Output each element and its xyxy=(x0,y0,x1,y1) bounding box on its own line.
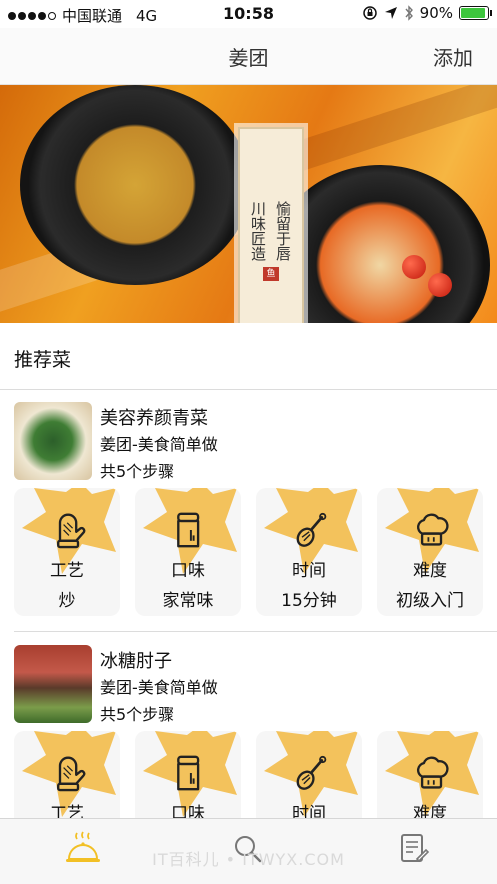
status-right: 90% xyxy=(362,4,492,22)
attribute-label: 时间 xyxy=(292,804,326,819)
plaque-line-2: 愉留于唇 xyxy=(274,201,292,261)
bluetooth-icon xyxy=(405,5,413,21)
attribute-card[interactable]: 难度 初级入门 xyxy=(377,488,483,616)
chef-hat-icon xyxy=(417,513,449,546)
recipe-item[interactable]: 冰糖肘子 姜团-美食简单做 共5个步骤 工艺 口味 时间 难度 xyxy=(0,633,497,819)
attribute-label: 工艺 xyxy=(50,561,84,581)
section-title: 推荐菜 xyxy=(14,349,72,371)
attribute-label: 工艺 xyxy=(50,804,84,819)
watermark: IT百科儿 • ITWYX.COM xyxy=(152,850,345,869)
recipe-author: 姜团-美食简单做 xyxy=(100,678,218,697)
recipe-steps: 共5个步骤 xyxy=(100,462,175,481)
attribute-value: 家常味 xyxy=(162,591,214,611)
oven-mitt-icon xyxy=(57,756,86,792)
whisk-icon xyxy=(296,512,327,547)
attribute-value: 炒 xyxy=(58,591,76,611)
battery-percent: 90% xyxy=(419,4,453,22)
attribute-card[interactable]: 口味 xyxy=(135,731,241,819)
recipe-steps: 共5个步骤 xyxy=(100,705,175,724)
whisk-icon xyxy=(296,755,327,790)
status-bar: 中国联通 4G 10:58 90% xyxy=(0,0,497,28)
attribute-label: 口味 xyxy=(171,804,205,819)
page-title: 姜团 xyxy=(228,46,269,70)
recipe-author: 姜团-美食简单做 xyxy=(100,435,218,454)
attribute-card[interactable]: 难度 xyxy=(377,731,483,819)
attribute-card[interactable]: 工艺 xyxy=(14,731,120,819)
attribute-label: 难度 xyxy=(413,804,447,819)
banner-plaque: 川味匠造 愉留于唇 鱼 xyxy=(238,127,304,323)
attribute-label: 难度 xyxy=(413,561,447,581)
recipe-thumbnail xyxy=(14,645,92,723)
plaque-line-1: 川味匠造 xyxy=(249,201,267,261)
attribute-value: 初级入门 xyxy=(396,591,464,611)
recipe-item[interactable]: 美容养颜青菜 姜团-美食简单做 共5个步骤 工艺炒口味 家常味 时间 15分钟 难度 初级… xyxy=(0,390,497,630)
divider xyxy=(14,631,497,632)
jar-icon xyxy=(177,512,200,548)
attribute-card[interactable]: 时间 15分钟 xyxy=(256,488,362,616)
plaque-seal: 鱼 xyxy=(263,267,279,281)
banner-carousel[interactable]: 川味匠造 愉留于唇 鱼 xyxy=(0,85,497,323)
section-header: 推荐菜 xyxy=(0,323,497,390)
location-icon xyxy=(384,7,397,19)
banner-dish-image-1 xyxy=(20,85,250,285)
recipe-name: 美容养颜青菜 xyxy=(100,408,208,429)
rotation-lock-icon xyxy=(362,6,377,20)
attribute-card[interactable]: 工艺炒 xyxy=(14,488,120,616)
navigation-bar: 姜团 添加 xyxy=(0,28,497,85)
attribute-label: 时间 xyxy=(292,561,326,581)
battery-icon xyxy=(459,6,492,20)
attribute-card[interactable]: 口味 家常味 xyxy=(135,488,241,616)
oven-mitt-icon xyxy=(57,513,86,549)
attribute-card[interactable]: 时间 xyxy=(256,731,362,819)
add-button[interactable]: 添加 xyxy=(433,42,473,71)
attribute-value: 15分钟 xyxy=(281,591,337,611)
chef-hat-icon xyxy=(417,756,449,789)
attribute-label: 口味 xyxy=(171,561,205,581)
recipe-name: 冰糖肘子 xyxy=(100,651,172,672)
recipe-thumbnail xyxy=(14,402,92,480)
jar-icon xyxy=(177,755,200,791)
